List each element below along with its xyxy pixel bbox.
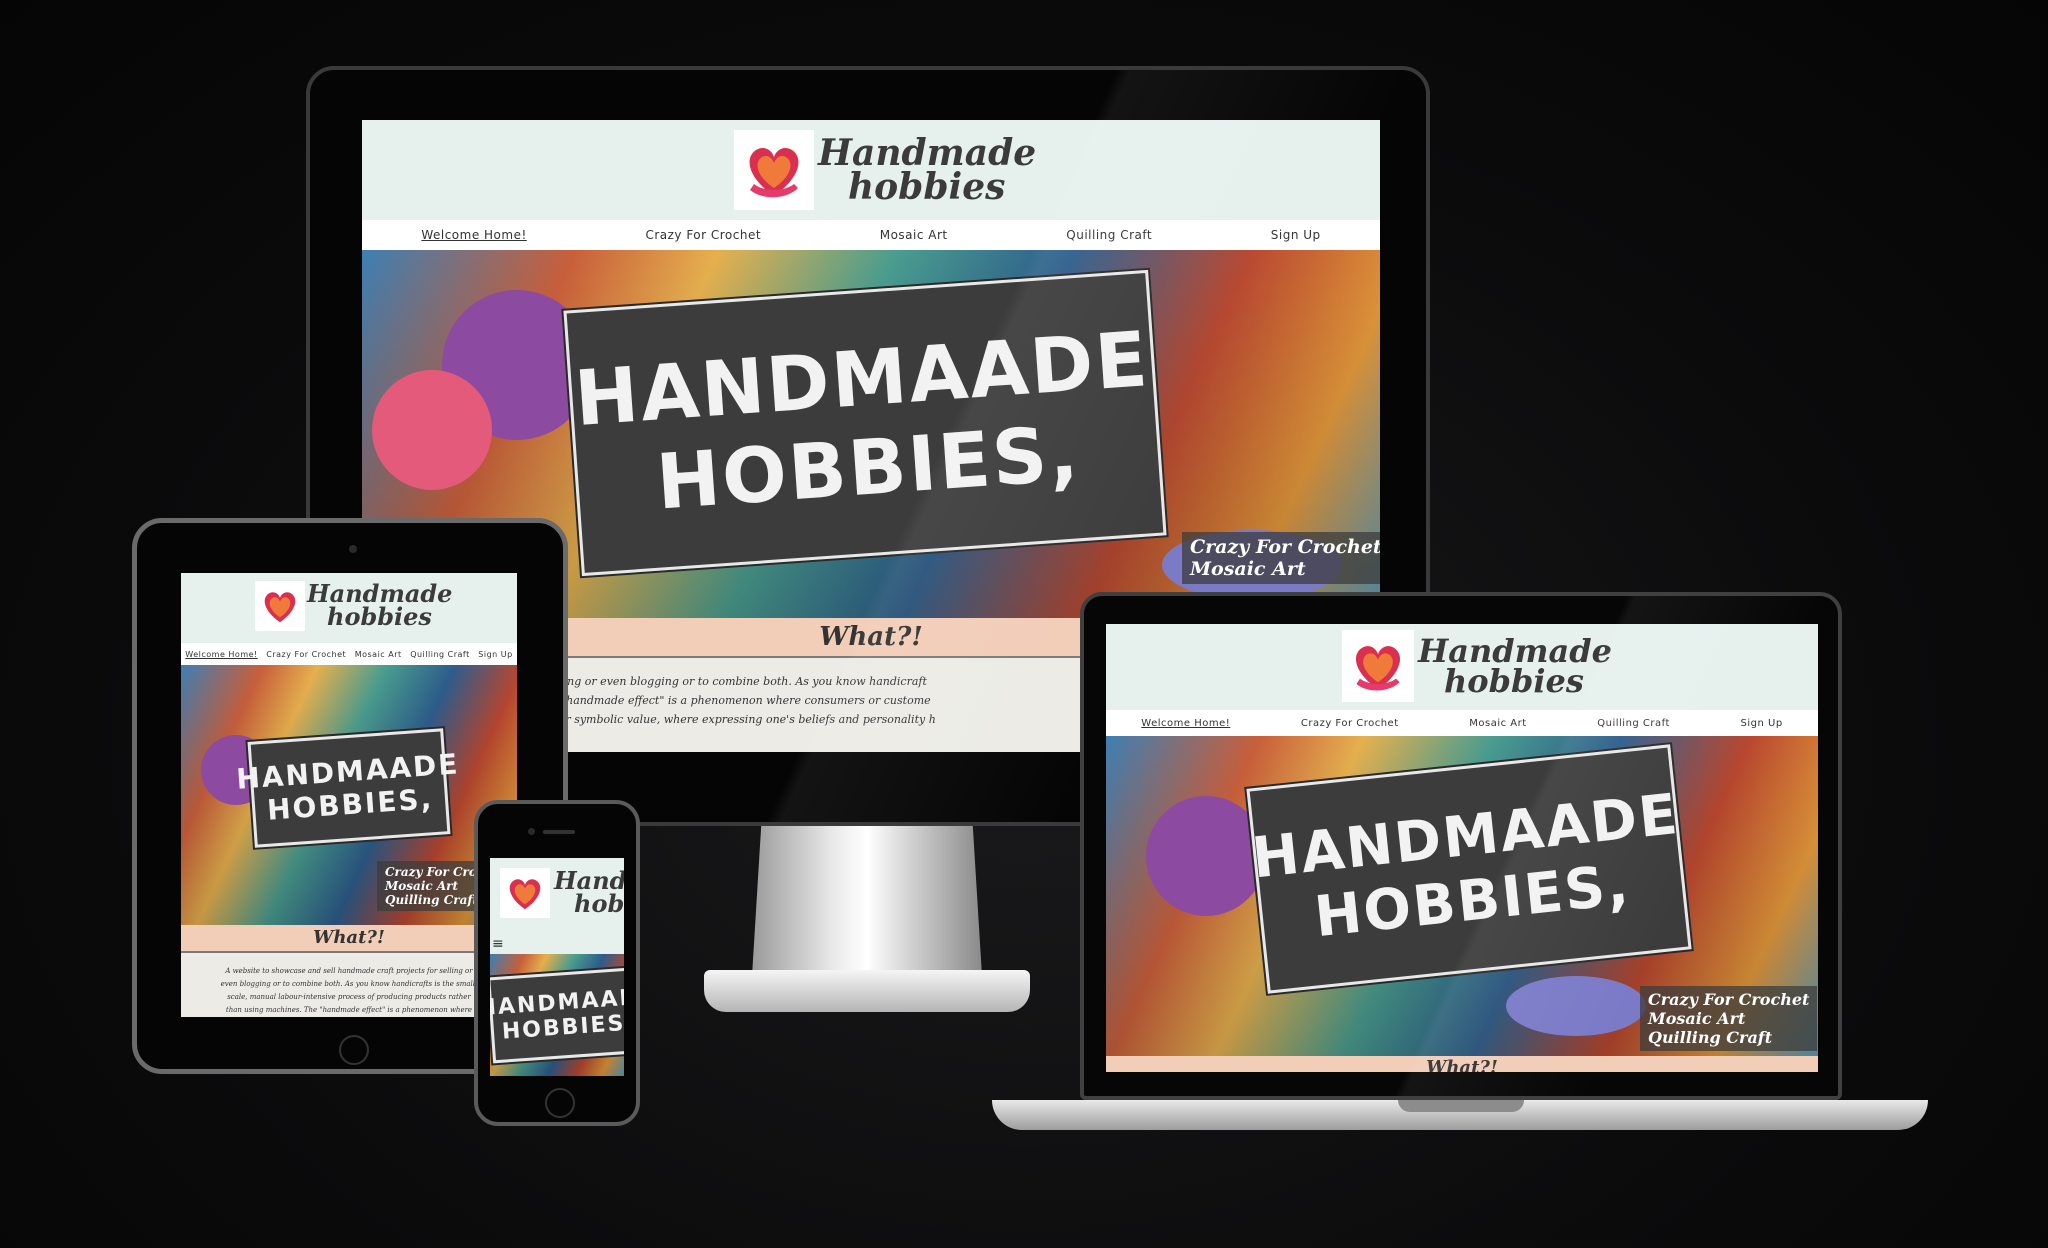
nav-welcome-home[interactable]: Welcome Home!	[421, 228, 526, 242]
yarn-ball-image	[372, 370, 492, 490]
laptop-notch	[1398, 1100, 1524, 1112]
logo-text: Handmade hobbies	[818, 131, 1037, 208]
intro-line: even blogging or to combine both. As you…	[220, 980, 478, 988]
hamburger-icon[interactable]: ≡	[492, 936, 504, 952]
hero-sign: HANDMAADE HOBBIES,	[235, 728, 460, 848]
nav-crazy-for-crochet[interactable]: Crazy For Crochet	[1301, 718, 1399, 729]
nav-welcome-home[interactable]: Welcome Home!	[185, 650, 257, 659]
nav-sign-up[interactable]: Sign Up	[1271, 228, 1321, 242]
what-title-text: What?!	[313, 927, 385, 948]
nav-sign-up[interactable]: Sign Up	[1741, 718, 1783, 729]
speaker-icon	[543, 830, 575, 834]
overlay-link-mosaic[interactable]: Mosaic Art	[1190, 558, 1380, 580]
home-button[interactable]	[339, 1035, 369, 1065]
logo-text: Handmade hobbies	[307, 582, 452, 631]
nav-crazy-for-crochet[interactable]: Crazy For Crochet	[645, 228, 761, 242]
hero-image: HANDMAADE HOBBIES, Crazy For Crochet Mos…	[181, 665, 517, 925]
logo-line-2: hobbies	[574, 889, 624, 918]
yarn-ball-image	[1146, 796, 1266, 916]
hero-image: HANDMAADE HOBBIES, Crazy For Crochet Mos…	[1106, 736, 1818, 1056]
hero-image: HANDMAADE HOBBIES,	[490, 954, 624, 1076]
what-title-text: What?!	[1426, 1057, 1498, 1072]
home-button[interactable]	[545, 1088, 575, 1118]
monitor-stand-neck	[752, 826, 982, 976]
site-header: Handmade hobbies	[362, 120, 1380, 220]
logo-line-1: Handmade	[818, 131, 1037, 174]
what-title-text: What?!	[819, 622, 923, 652]
laptop: Handmade hobbies Welcome Home! Crazy For…	[1080, 592, 1842, 1100]
intro-text: A website to showcase and sell handmade …	[181, 953, 517, 1017]
hero-overlay-links: Crazy For Crochet Mosaic Art	[1182, 532, 1380, 584]
site-header: Handmade hobbies	[181, 573, 517, 643]
hero-sign: HANDMAADE HOBBIES,	[1246, 744, 1692, 994]
logo-line-2: hobbies	[327, 602, 432, 631]
hero-sign: HANDMAADE HOBBIES,	[490, 966, 624, 1064]
nav-quilling-craft[interactable]: Quilling Craft	[1597, 718, 1670, 729]
bowl-image	[1506, 976, 1646, 1036]
hero-overlay-links: Crazy For Crochet Mosaic Art Quilling Cr…	[1640, 986, 1818, 1051]
what-section-title: What?!	[1106, 1056, 1818, 1072]
what-section-title: What?!	[181, 925, 517, 953]
camera-icon	[349, 545, 357, 553]
phone: Handmade hobbies ≡ HANDMAADE HOBBIES,	[474, 800, 640, 1126]
nav-welcome-home[interactable]: Welcome Home!	[1141, 718, 1230, 729]
nav-mosaic-art[interactable]: Mosaic Art	[880, 228, 948, 242]
intro-line: scale, manual labour-intensive process o…	[227, 993, 471, 1001]
overlay-link-crochet[interactable]: Crazy For Crochet	[1190, 536, 1380, 558]
tablet-screen: Handmade hobbies Welcome Home! Crazy For…	[181, 573, 517, 1017]
site-logo[interactable]: Handmade hobbies	[255, 581, 452, 631]
main-nav: Welcome Home! Crazy For Crochet Mosaic A…	[362, 220, 1380, 250]
heart-hand-icon	[1342, 630, 1414, 702]
nav-crazy-for-crochet[interactable]: Crazy For Crochet	[266, 650, 346, 659]
main-nav: Welcome Home! Crazy For Crochet Mosaic A…	[1106, 710, 1818, 736]
nav-sign-up[interactable]: Sign Up	[478, 650, 512, 659]
heart-hand-icon	[500, 868, 550, 918]
monitor-stand-base	[704, 970, 1030, 1012]
intro-line: than using machines. The "handmade effec…	[225, 1006, 473, 1014]
logo-text: Handmade hobbies	[1418, 634, 1612, 700]
logo-text: Handmade hobbies	[554, 869, 624, 918]
logo-line-2: hobbies	[848, 166, 1006, 208]
nav-quilling-craft[interactable]: Quilling Craft	[410, 650, 470, 659]
camera-icon	[528, 828, 535, 835]
hero-sign: HANDMAADE HOBBIES,	[563, 269, 1167, 577]
site-logo[interactable]: Handmade hobbies	[1342, 630, 1612, 702]
laptop-screen: Handmade hobbies Welcome Home! Crazy For…	[1106, 624, 1818, 1072]
intro-line: A website to showcase and sell handmade …	[225, 967, 473, 975]
site-header: Handmade hobbies ≡	[490, 858, 624, 954]
overlay-link-mosaic[interactable]: Mosaic Art	[1648, 1009, 1809, 1028]
site-header: Handmade hobbies	[1106, 624, 1818, 710]
logo-line-2: hobbies	[1444, 662, 1584, 700]
heart-hand-icon	[734, 130, 814, 210]
site-logo[interactable]: Handmade hobbies	[500, 868, 624, 918]
nav-quilling-craft[interactable]: Quilling Craft	[1066, 228, 1152, 242]
site-logo[interactable]: Handmade hobbies	[734, 130, 1036, 210]
overlay-link-crochet[interactable]: Crazy For Crochet	[1648, 990, 1809, 1009]
nav-mosaic-art[interactable]: Mosaic Art	[1469, 718, 1526, 729]
nav-mosaic-art[interactable]: Mosaic Art	[355, 650, 402, 659]
overlay-link-quilling[interactable]: Quilling Craft	[1648, 1028, 1809, 1047]
phone-screen: Handmade hobbies ≡ HANDMAADE HOBBIES,	[490, 858, 624, 1076]
heart-hand-icon	[255, 581, 305, 631]
main-nav: Welcome Home! Crazy For Crochet Mosaic A…	[181, 643, 517, 665]
